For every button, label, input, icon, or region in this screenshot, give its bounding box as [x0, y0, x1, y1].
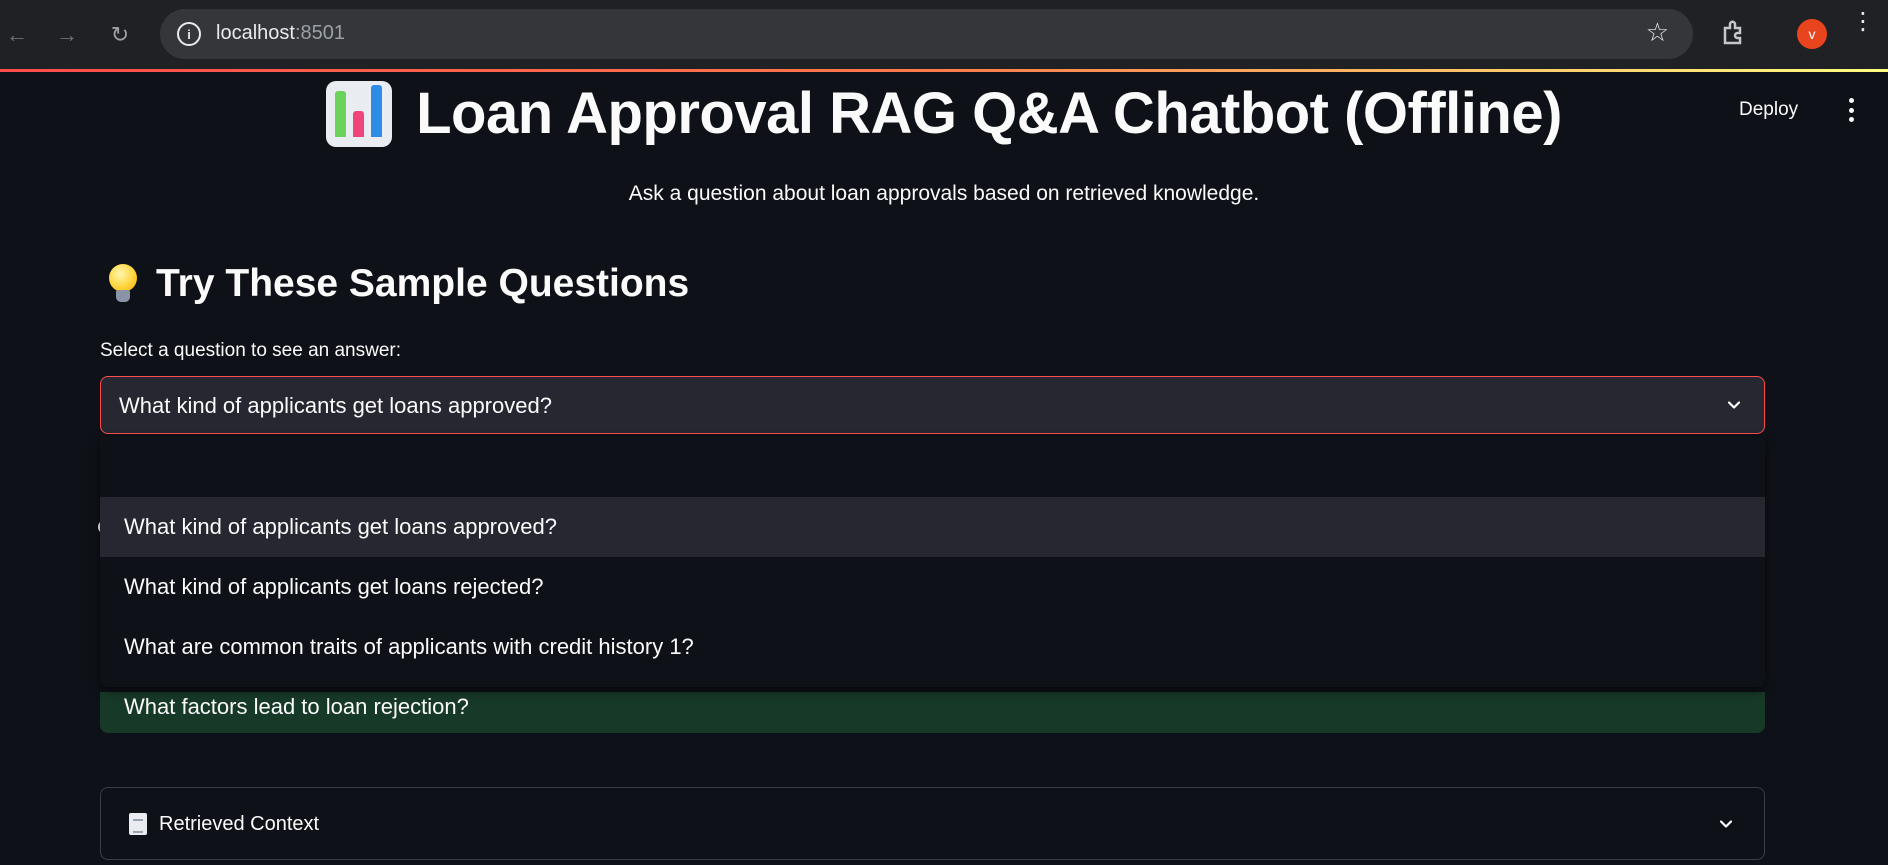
- arrow-right-icon: →: [56, 22, 78, 47]
- back-button[interactable]: ←: [0, 18, 34, 52]
- site-info-icon[interactable]: i: [177, 22, 201, 46]
- dropdown-option[interactable]: What kind of applicants get loans approv…: [100, 497, 1765, 557]
- profile-avatar[interactable]: v: [1797, 19, 1827, 49]
- document-icon: [129, 813, 147, 835]
- bookmark-star-icon[interactable]: ☆: [1646, 17, 1669, 48]
- app-main: Deploy Loan Approval RAG Q&A Chatbot (Of…: [0, 72, 1888, 865]
- select-label: Select a question to see an answer:: [100, 340, 402, 361]
- browser-toolbar: ← → ↻ i localhost:8501 ☆ v ⋮: [0, 0, 1888, 69]
- light-bulb-icon: [108, 264, 138, 304]
- url-text[interactable]: localhost:8501: [216, 22, 345, 45]
- selected-question: What kind of applicants get loans approv…: [119, 393, 552, 418]
- page-subtitle: Ask a question about loan approvals base…: [628, 182, 1260, 205]
- chevron-down-icon[interactable]: [1726, 397, 1742, 413]
- reload-icon: ↻: [110, 22, 130, 47]
- arrow-left-icon: ←: [6, 22, 28, 47]
- chevron-down-icon[interactable]: [1718, 816, 1734, 832]
- page-title: Loan Approval RAG Q&A Chatbot (Offline): [416, 81, 1562, 146]
- dropdown-spacer: [100, 437, 1765, 497]
- dropdown-option[interactable]: What are common traits of applicants wit…: [100, 617, 1765, 677]
- reload-button[interactable]: ↻: [103, 18, 137, 52]
- question-dropdown-menu: What kind of applicants get loans approv…: [100, 437, 1765, 719]
- forward-button[interactable]: →: [50, 18, 84, 52]
- retrieved-context-expander[interactable]: Retrieved Context: [100, 787, 1765, 860]
- address-bar[interactable]: i localhost:8501 ☆: [160, 9, 1693, 59]
- question-select[interactable]: What kind of applicants get loans approv…: [100, 376, 1765, 434]
- browser-menu-icon[interactable]: ⋮: [1851, 10, 1875, 34]
- dropdown-option[interactable]: What factors lead to loan rejection?: [100, 677, 1765, 737]
- section-title: Try These Sample Questions: [156, 262, 690, 305]
- dropdown-option[interactable]: What kind of applicants get loans reject…: [100, 557, 1765, 617]
- title-row: Loan Approval RAG Q&A Chatbot (Offline): [0, 80, 1888, 147]
- section-heading: Try These Sample Questions: [108, 262, 689, 306]
- bar-chart-icon: [326, 80, 393, 147]
- extensions-icon[interactable]: [1720, 18, 1750, 48]
- expander-label: Retrieved Context: [159, 813, 320, 835]
